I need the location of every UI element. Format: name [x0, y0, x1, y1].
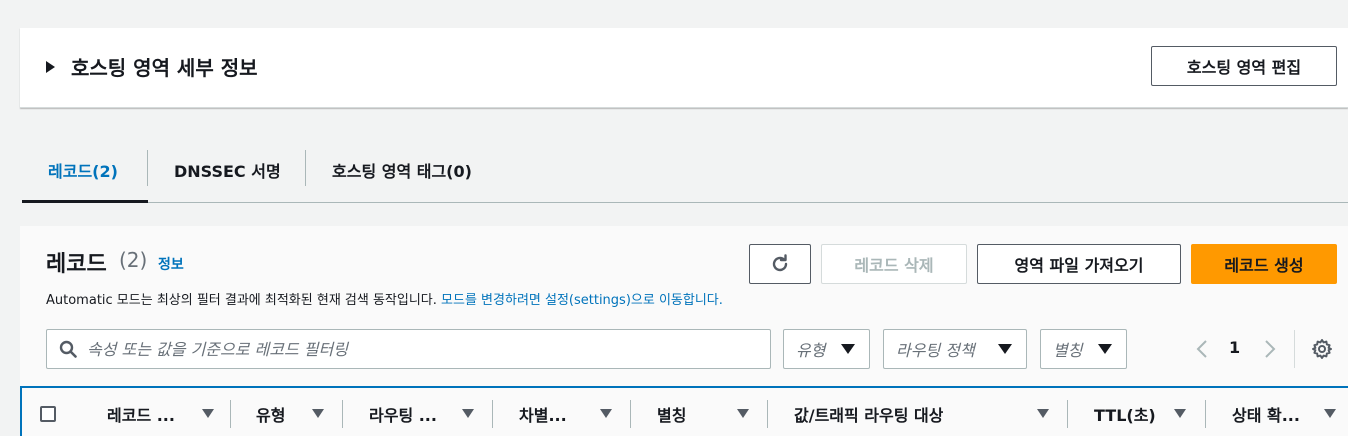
sort-down-icon [1174, 409, 1186, 418]
column-separator [630, 400, 631, 428]
sort-down-icon [1037, 409, 1049, 418]
sort-down-icon [737, 409, 749, 418]
tabs-underline [22, 202, 1348, 203]
type-filter-dropdown[interactable]: 유형 [783, 329, 870, 369]
chevron-right-icon[interactable] [1262, 338, 1278, 360]
triangle-down-icon [841, 344, 855, 354]
hosted-zone-details-panel: 호스팅 영역 세부 정보 호스팅 영역 편집 [20, 28, 1348, 108]
routing-policy-filter-dropdown[interactable]: 라우팅 정책 [883, 329, 1027, 369]
sort-down-icon [202, 409, 214, 418]
tab-separator [147, 150, 148, 186]
column-header-type[interactable]: 유형 [256, 402, 316, 426]
sort-down-icon [462, 409, 474, 418]
tab-hosted-zone-tags[interactable]: 호스팅 영역 태그(0) [332, 152, 472, 188]
chevron-left-icon[interactable] [1194, 338, 1210, 360]
refresh-icon [772, 254, 788, 272]
tab-bar: 레코드(2) DNSSEC 서명 호스팅 영역 태그(0) [0, 130, 1348, 204]
info-link[interactable]: 정보 [158, 254, 184, 274]
sort-down-icon [600, 409, 612, 418]
column-header-value[interactable]: 값/트래픽 라우팅 대상 [794, 402, 1014, 426]
column-header-health-check[interactable]: 상태 확... [1232, 402, 1312, 426]
search-mode-text: Automatic 모드는 최상의 필터 결과에 최적화된 현재 검색 동작입니… [46, 293, 442, 308]
alias-filter-dropdown[interactable]: 별칭 [1040, 329, 1127, 369]
caret-right-icon [46, 60, 55, 73]
records-container: 레코드 (2) 정보 Automatic 모드는 최상의 필터 결과에 최적화된… [20, 226, 1348, 436]
gear-icon[interactable] [1311, 338, 1333, 360]
select-all-checkbox[interactable] [40, 406, 56, 422]
search-icon [59, 340, 77, 358]
tab-records[interactable]: 레코드(2) [48, 152, 118, 188]
alias-filter-label: 별칭 [1053, 341, 1083, 360]
triangle-down-icon [998, 344, 1012, 354]
import-zone-file-button[interactable]: 영역 파일 가져오기 [977, 244, 1181, 284]
page-number[interactable]: 1 [1229, 338, 1240, 357]
column-separator [230, 400, 231, 428]
search-input[interactable] [87, 339, 687, 359]
search-mode-description: Automatic 모드는 최상의 필터 결과에 최적화된 현재 검색 동작입니… [46, 289, 723, 308]
record-search [46, 329, 771, 369]
tab-active-indicator [22, 200, 148, 203]
hosted-zone-details-title: 호스팅 영역 세부 정보 [71, 56, 258, 80]
column-separator [1067, 400, 1068, 428]
delete-record-button[interactable]: 레코드 삭제 [821, 244, 967, 284]
column-separator [342, 400, 343, 428]
settings-separator [1294, 330, 1295, 368]
settings-link[interactable]: 모드를 변경하려면 설정(settings)으로 이동합니다. [441, 293, 723, 308]
column-separator [1205, 400, 1206, 428]
records-title: 레코드 [46, 252, 107, 277]
hosted-zone-details-toggle[interactable]: 호스팅 영역 세부 정보 [46, 52, 258, 81]
column-header-record-name[interactable]: 레코드 ... [107, 402, 207, 426]
column-separator [767, 400, 768, 428]
column-separator [492, 400, 493, 428]
tab-separator [305, 150, 306, 186]
tab-dnssec-signing[interactable]: DNSSEC 서명 [174, 152, 281, 188]
column-header-routing-policy[interactable]: 라우팅 ... [369, 402, 469, 426]
sort-down-icon [312, 409, 324, 418]
column-header-ttl[interactable]: TTL(초) [1094, 402, 1164, 426]
refresh-button[interactable] [749, 244, 811, 284]
type-filter-label: 유형 [796, 341, 826, 360]
column-header-differentiator[interactable]: 차별... [519, 402, 599, 426]
records-table-header: 레코드 ... 유형 라우팅 ... 차별... 별칭 값/트래픽 라우팅 대상… [20, 386, 1348, 436]
edit-hosted-zone-button[interactable]: 호스팅 영역 편집 [1151, 46, 1337, 86]
column-header-alias[interactable]: 별칭 [657, 402, 717, 426]
routing-policy-filter-label: 라우팅 정책 [896, 341, 975, 360]
records-count: (2) [119, 248, 148, 272]
create-record-button[interactable]: 레코드 생성 [1191, 244, 1337, 284]
triangle-down-icon [1098, 344, 1112, 354]
sort-down-icon [1324, 409, 1336, 418]
